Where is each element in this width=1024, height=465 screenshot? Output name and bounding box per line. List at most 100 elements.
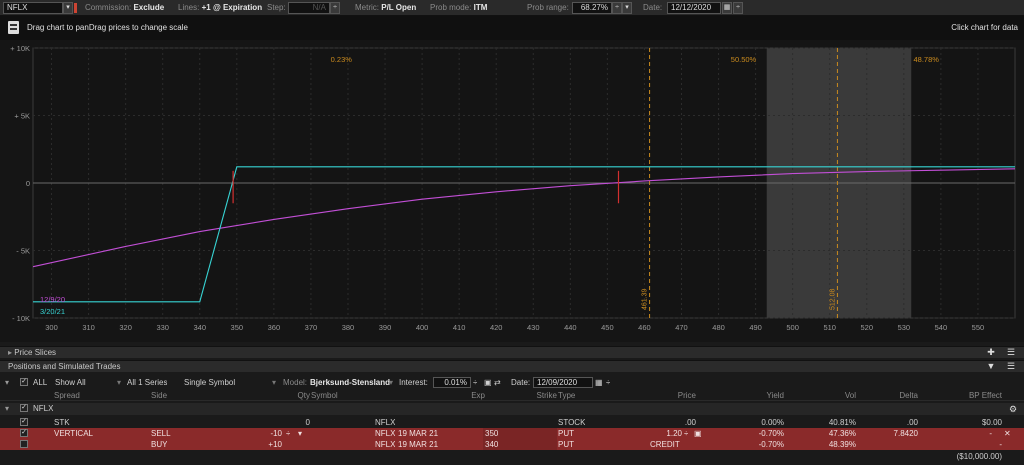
symbol-mode-select[interactable]: Single Symbol	[184, 377, 235, 388]
symbol-dropdown-icon[interactable]: ▾	[63, 2, 73, 14]
row-symbol: NFLX	[375, 440, 396, 449]
row-qty[interactable]: -10	[250, 428, 282, 439]
model-dropdown-icon[interactable]: ▾	[389, 377, 393, 388]
col-price[interactable]: Price	[640, 390, 696, 401]
symbol-input[interactable]: NFLX	[3, 2, 63, 14]
add-icon[interactable]: ✚	[986, 347, 996, 357]
col-strike[interactable]: Strike	[520, 390, 557, 401]
positions-date-input[interactable]: 12/09/2020	[533, 377, 593, 388]
row-exp[interactable]: 19 MAR 21	[398, 439, 438, 450]
x-tick-label: 440	[564, 323, 577, 332]
show-all-dropdown-icon[interactable]: ▾	[117, 377, 121, 388]
x-tick-label: 350	[231, 323, 244, 332]
x-tick-label: 430	[527, 323, 540, 332]
prob-range-spinner-icon[interactable]: ÷	[612, 2, 622, 14]
x-tick-label: 470	[675, 323, 688, 332]
risk-profile-chart[interactable]: 300 310 320 330 340 350 360 370 380 390 400 410 420 4…	[0, 40, 1024, 342]
model-label: Model:	[283, 378, 308, 387]
col-spread[interactable]: Spread	[54, 390, 80, 401]
model-select[interactable]: Bjerksund-Stensland	[310, 377, 390, 388]
x-tick-label: 500	[786, 323, 799, 332]
col-qty[interactable]: Qty	[270, 390, 310, 401]
qty-spinner-icon[interactable]: ÷	[286, 428, 290, 439]
positions-date-calendar-icon[interactable]: ▦	[595, 377, 603, 388]
row-yield: 0.00%	[761, 418, 784, 427]
interest-input[interactable]: 0.01%	[433, 377, 471, 388]
price-slices-title: Price Slices	[14, 348, 57, 357]
qty-dropdown-icon[interactable]: ▾	[298, 428, 302, 439]
metric-value: P/L Open	[381, 3, 417, 12]
positions-date-spinner-icon[interactable]: ÷	[606, 377, 610, 388]
date-spinner-icon[interactable]: ÷	[733, 2, 743, 14]
collapse-all-icon[interactable]: ▾	[5, 377, 9, 388]
positions-bar[interactable]: Positions and Simulated Trades ▼ ☰	[0, 360, 1024, 372]
group-collapse-icon[interactable]: ▾	[5, 403, 9, 414]
show-all-select[interactable]: Show All	[55, 377, 86, 388]
row-type[interactable]: PUT	[558, 439, 574, 450]
date-calendar-icon[interactable]: ▦	[722, 2, 732, 14]
interest-lock-icon[interactable]: ▣	[484, 377, 492, 388]
prob-mode-control[interactable]: Prob mode: ITM	[430, 2, 487, 14]
row-vol: 47.36%	[828, 429, 856, 438]
x-tick-label: 550	[972, 323, 985, 332]
date-input[interactable]: 12/12/2020	[667, 2, 721, 14]
menu-icon[interactable]: ☰	[1006, 347, 1016, 357]
row-spread: STK	[54, 418, 70, 427]
row-exp[interactable]: 19 MAR 21	[398, 428, 438, 439]
step-input[interactable]: N/A	[288, 2, 330, 14]
symbol-mode-dropdown-icon[interactable]: ▾	[272, 377, 276, 388]
prob-range-dropdown-icon[interactable]: ▾	[622, 2, 632, 14]
row-strike[interactable]: 350	[483, 428, 557, 439]
col-side[interactable]: Side	[151, 390, 167, 401]
row-checkbox[interactable]: ✓	[20, 418, 28, 426]
price-slices-bar[interactable]: ▸ Price Slices ✚ ☰	[0, 346, 1024, 358]
interest-spinner-icon[interactable]: ÷	[473, 377, 477, 388]
table-row[interactable]: ✓ STK 0 NFLX STOCK .00 0.00% 40.81% .00 …	[0, 417, 1024, 428]
row-side[interactable]: SELL	[151, 428, 171, 439]
col-type[interactable]: Type	[558, 390, 575, 401]
row-side[interactable]: BUY	[151, 439, 167, 450]
col-symbol[interactable]: Symbol	[311, 390, 338, 401]
row-price[interactable]: 1.20	[640, 428, 682, 439]
series-select[interactable]: All 1 Series	[127, 377, 167, 388]
group-settings-icon[interactable]: ⚙	[1008, 404, 1018, 414]
row-delta: 7.8420	[893, 429, 918, 438]
group-checkbox[interactable]: ✓	[20, 404, 28, 412]
commission-control[interactable]: Commission: Exclude	[85, 2, 164, 14]
col-exp[interactable]: Exp	[440, 390, 485, 401]
row-qty[interactable]: +10	[250, 439, 282, 450]
metric-control[interactable]: Metric: P/L Open	[355, 2, 416, 14]
risk-profile-svg[interactable]: 300 310 320 330 340 350 360 370 380 390 400 410 420 4…	[0, 40, 1024, 342]
price-lock-icon[interactable]: ▣	[694, 428, 702, 439]
row-bp: $0.00	[981, 418, 1002, 427]
chart-mode-icon[interactable]	[8, 21, 19, 34]
price-spinner-icon[interactable]: ÷	[684, 428, 688, 439]
col-bp-effect[interactable]: BP Effect	[935, 390, 1002, 401]
table-row[interactable]: ✓ VERTICAL SELL -10 ÷ ▾ NFLX 19 MAR 21 3…	[0, 428, 1024, 439]
interest-sync-icon[interactable]: ⇄	[494, 377, 501, 388]
row-checkbox[interactable]: ✓	[20, 429, 28, 437]
filter-icon[interactable]: ▼	[986, 361, 996, 371]
row-type[interactable]: PUT	[558, 428, 574, 439]
date-label: Date:	[643, 3, 663, 12]
positions-menu-icon[interactable]: ☰	[1006, 361, 1016, 371]
row-qty[interactable]: 0	[270, 417, 310, 428]
positions-title: Positions and Simulated Trades	[8, 362, 121, 371]
remove-row-icon[interactable]: ✕	[1004, 428, 1011, 439]
col-delta[interactable]: Delta	[870, 390, 918, 401]
metric-label: Metric:	[355, 3, 379, 12]
row-vol: 48.39%	[828, 440, 856, 449]
row-checkbox[interactable]	[20, 440, 28, 448]
table-row[interactable]: BUY +10 NFLX 19 MAR 21 340 PUT CREDIT -0…	[0, 439, 1024, 450]
group-row[interactable]: ▾ ✓ NFLX ⚙	[0, 403, 1024, 415]
row-type: STOCK	[558, 418, 586, 427]
col-yield[interactable]: Yield	[730, 390, 785, 401]
row-strike[interactable]: 340	[483, 439, 557, 450]
row-bp: -	[999, 440, 1002, 449]
prob-range-input[interactable]: 68.27%	[572, 2, 612, 14]
lines-control[interactable]: Lines: +1 @ Expiration	[178, 2, 262, 14]
all-checkbox[interactable]: ✓	[20, 378, 28, 386]
col-vol[interactable]: Vol	[810, 390, 856, 401]
table-header: Spread Side Qty Symbol Exp Strike Type P…	[0, 390, 1024, 401]
step-spinner-icon[interactable]: ÷	[330, 2, 340, 14]
